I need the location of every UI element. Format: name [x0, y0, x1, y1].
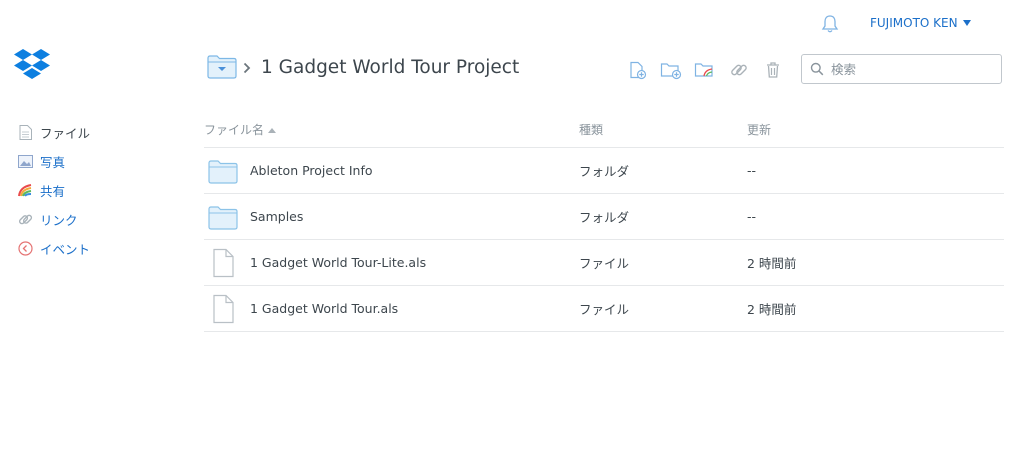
- sidebar-item-label: リンク: [40, 213, 78, 228]
- file-icon: [213, 248, 234, 278]
- trash-icon: [767, 62, 779, 78]
- file-modified: --: [747, 209, 757, 224]
- file-name[interactable]: Ableton Project Info: [250, 148, 373, 193]
- table-row[interactable]: 1 Gadget World Tour-Lite.als ファイル 2 時間前: [204, 240, 1004, 286]
- rainbow-icon: [18, 183, 33, 198]
- toolbar: [626, 59, 796, 81]
- chevron-right-icon: [243, 62, 251, 74]
- file-modified: 2 時間前: [747, 256, 797, 271]
- file-table: ファイル名 種類 更新 Ableton Project Info フォルダ --…: [204, 112, 1004, 332]
- sidebar-item-label: 共有: [40, 184, 66, 199]
- notification-bell-icon[interactable]: [821, 14, 839, 34]
- user-menu[interactable]: FUJIMOTO KEN: [870, 16, 971, 30]
- file-modified: --: [747, 163, 757, 178]
- chevron-down-icon: [962, 20, 971, 26]
- sidebar-item-label: ファイル: [40, 126, 91, 141]
- file-kind: フォルダ: [579, 164, 630, 179]
- user-name: FUJIMOTO KEN: [870, 16, 958, 30]
- link-icon: [18, 212, 33, 227]
- delete-button[interactable]: [762, 59, 784, 81]
- folder-icon: [208, 206, 238, 230]
- search-icon: [810, 62, 824, 76]
- photo-icon: [18, 154, 33, 169]
- new-folder-icon: [660, 63, 682, 80]
- file-name[interactable]: 1 Gadget World Tour-Lite.als: [250, 240, 426, 285]
- breadcrumb-folder-icon[interactable]: [207, 55, 237, 79]
- new-file-icon: [630, 61, 647, 80]
- file-modified: 2 時間前: [747, 302, 797, 317]
- table-row[interactable]: 1 Gadget World Tour.als ファイル 2 時間前: [204, 286, 1004, 332]
- sidebar-item-photos[interactable]: 写真: [18, 147, 90, 176]
- sidebar-nav: ファイル 写真 共有 リンク イベント: [18, 118, 90, 263]
- link-icon: [731, 64, 747, 76]
- share-link-button[interactable]: [728, 59, 750, 81]
- file-kind: ファイル: [579, 256, 630, 271]
- column-header-name[interactable]: ファイル名: [204, 121, 277, 138]
- column-header-label: ファイル名: [204, 123, 265, 137]
- dropbox-page: FUJIMOTO KEN ファイル 写真 共有 リンク イベント 1 Gadge…: [0, 0, 1016, 468]
- column-header-kind[interactable]: 種類: [579, 121, 603, 138]
- table-row[interactable]: Samples フォルダ --: [204, 194, 1004, 240]
- dropbox-logo-icon[interactable]: [14, 48, 50, 82]
- new-folder-button[interactable]: [660, 59, 682, 81]
- folder-icon: [208, 160, 238, 184]
- sidebar-item-events[interactable]: イベント: [18, 234, 90, 263]
- sidebar-item-label: イベント: [40, 242, 91, 257]
- file-icon: [213, 294, 234, 324]
- sidebar-item-sharing[interactable]: 共有: [18, 176, 90, 205]
- search-input[interactable]: [829, 60, 993, 78]
- table-row[interactable]: Ableton Project Info フォルダ --: [204, 148, 1004, 194]
- file-kind: フォルダ: [579, 210, 630, 225]
- sidebar-item-files[interactable]: ファイル: [18, 118, 90, 147]
- file-kind: ファイル: [579, 302, 630, 317]
- shared-folder-button[interactable]: [694, 59, 716, 81]
- sidebar-item-links[interactable]: リンク: [18, 205, 90, 234]
- file-name[interactable]: 1 Gadget World Tour.als: [250, 286, 398, 331]
- sort-ascending-icon: [268, 128, 277, 133]
- shared-folder-icon: [694, 63, 713, 77]
- page-title: 1 Gadget World Tour Project: [261, 57, 520, 78]
- new-file-button[interactable]: [626, 59, 648, 81]
- sidebar-item-label: 写真: [40, 155, 66, 170]
- column-header-modified[interactable]: 更新: [747, 121, 771, 138]
- event-icon: [18, 241, 33, 256]
- file-icon: [18, 125, 33, 140]
- file-name[interactable]: Samples: [250, 194, 303, 239]
- table-header: ファイル名 種類 更新: [204, 112, 1004, 148]
- search-box[interactable]: [801, 54, 1002, 84]
